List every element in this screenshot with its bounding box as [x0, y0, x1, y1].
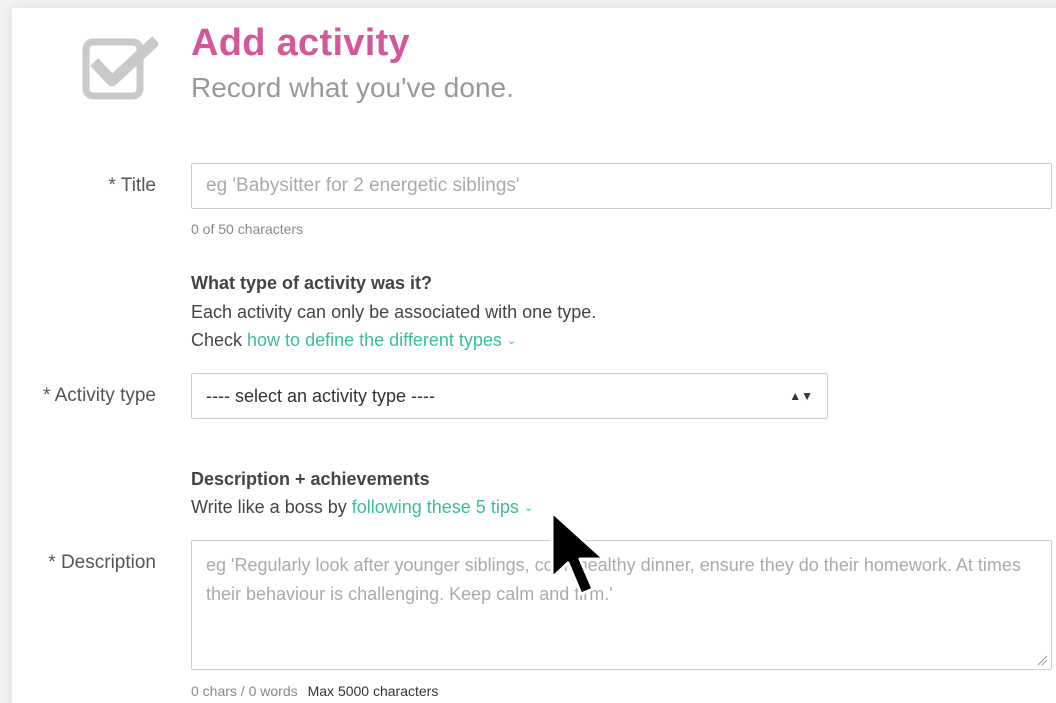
page-subtitle: Record what you've done.	[191, 72, 514, 103]
activity-type-description: Each activity can only be associated wit…	[191, 302, 597, 322]
activity-type-heading: What type of activity was it?	[191, 273, 433, 293]
chevron-down-icon: ⌄	[506, 335, 517, 347]
description-heading: Description + achievements	[191, 469, 430, 489]
activity-type-help-line: Check how to define the different types ⌄	[191, 330, 516, 351]
description-char-word-counter: 0 chars / 0 words	[191, 683, 298, 699]
resize-handle-icon[interactable]	[1036, 654, 1048, 666]
define-types-link-text: how to define the different types	[247, 330, 502, 350]
description-label: * Description	[48, 552, 156, 573]
activity-type-label: * Activity type	[43, 385, 156, 406]
tips-prefix: Write like a boss by	[191, 497, 352, 517]
activity-type-select[interactable]: ---- select an activity type ---- ▲▼	[191, 373, 828, 419]
writing-tips-link[interactable]: following these 5 tips ⌄	[352, 497, 533, 517]
description-tips-line: Write like a boss by following these 5 t…	[191, 497, 533, 518]
writing-tips-link-text: following these 5 tips	[351, 497, 519, 517]
activity-type-selected-value: ---- select an activity type ----	[206, 386, 436, 406]
check-prefix: Check	[191, 330, 248, 350]
checkbox-check-icon	[82, 36, 158, 100]
title-char-counter: 0 of 50 characters	[191, 221, 304, 237]
title-input[interactable]	[191, 163, 1052, 209]
select-arrows-icon: ▲▼	[789, 389, 813, 403]
title-label: * Title	[108, 175, 156, 196]
description-textarea[interactable]	[191, 540, 1052, 670]
description-counter-line: 0 chars / 0 words Max 5000 characters	[191, 683, 438, 699]
page-title: Add activity	[191, 22, 410, 64]
chevron-down-icon: ⌄	[523, 502, 534, 514]
description-max-chars: Max 5000 characters	[307, 683, 439, 699]
define-types-link[interactable]: how to define the different types ⌄	[247, 330, 516, 350]
